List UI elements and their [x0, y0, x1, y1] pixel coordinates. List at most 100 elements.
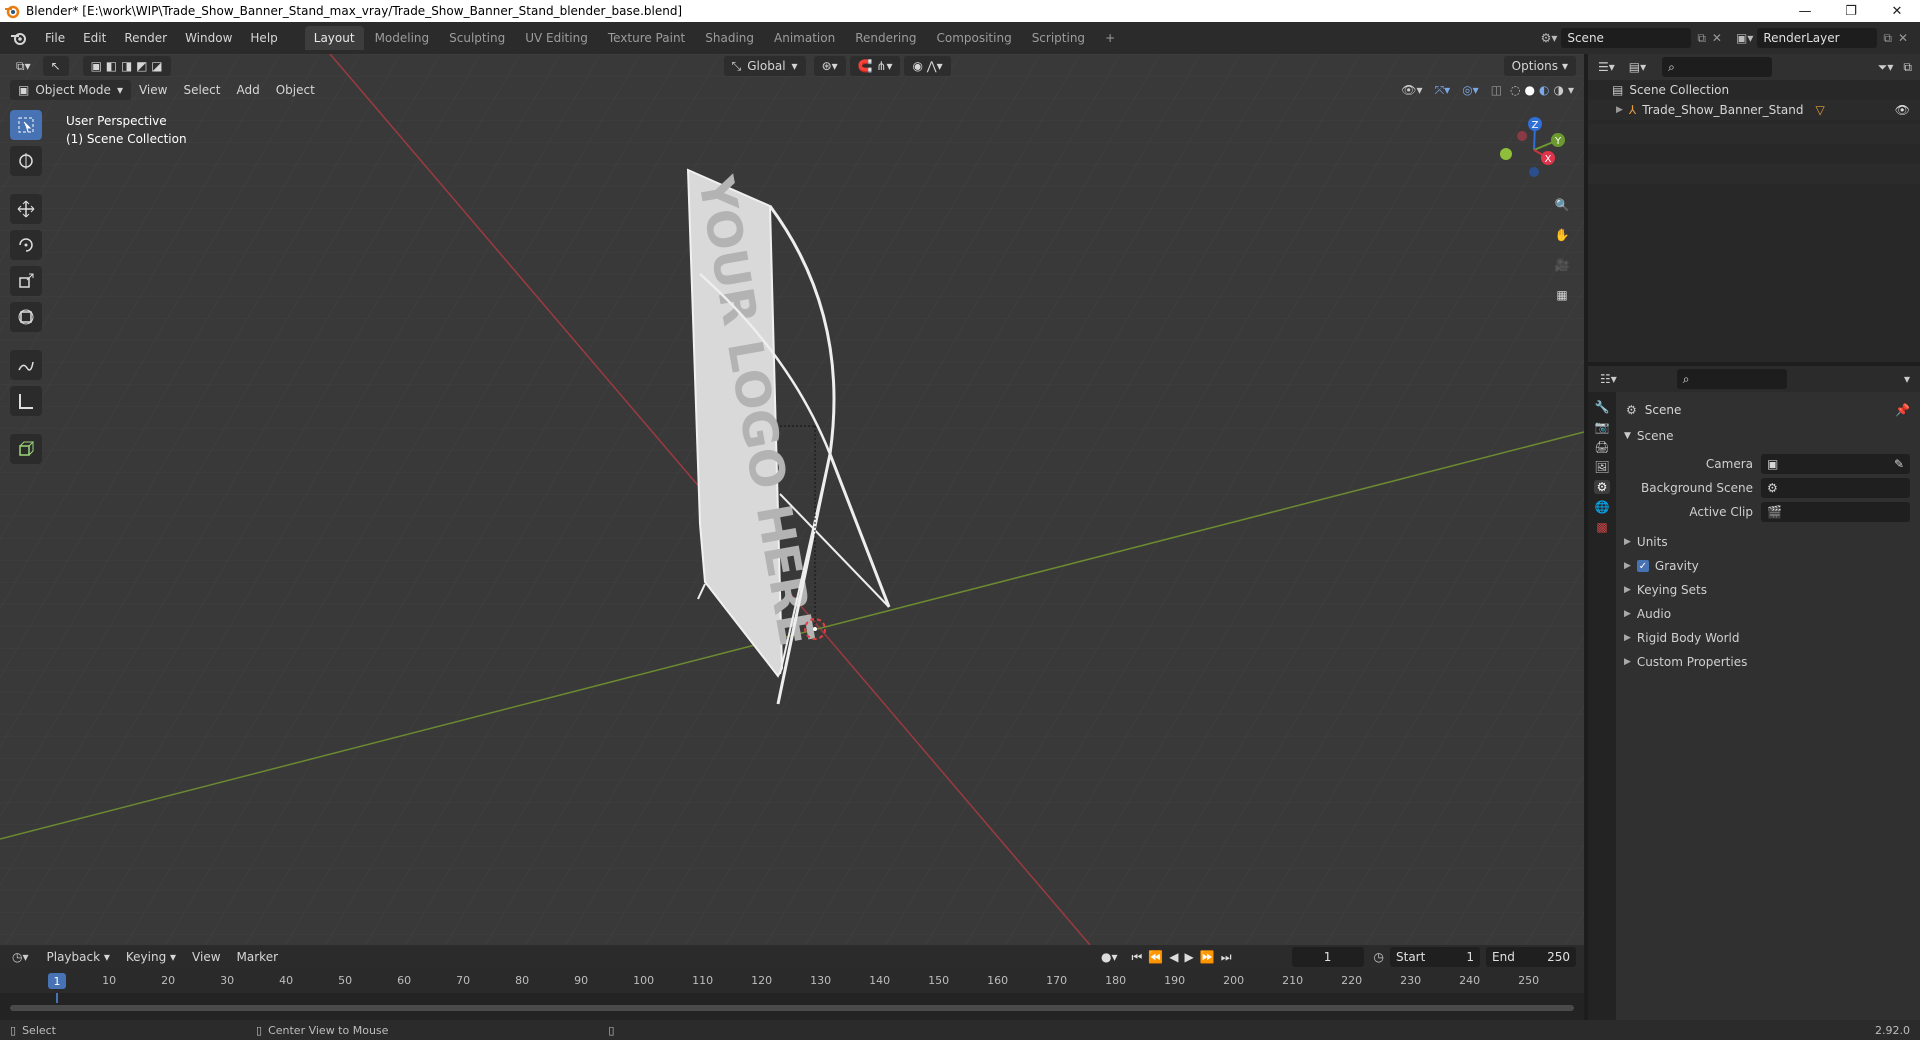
render-layer-selector[interactable]: RenderLayer [1757, 28, 1878, 48]
selection-mode-group[interactable]: ▣ ◧ ◨ ◩ ◪ [82, 56, 171, 76]
pivot-point-dropdown[interactable]: ⊛▾ [813, 56, 846, 76]
tab-scripting[interactable]: Scripting [1023, 26, 1094, 50]
rendered-shading-icon[interactable]: ◑ [1553, 83, 1563, 97]
gizmo-neg-z-icon[interactable] [1529, 167, 1539, 177]
texture-tab-icon[interactable]: ▩ [1596, 520, 1607, 534]
display-mode-icon[interactable]: ▤▾ [1629, 60, 1646, 74]
camera-field[interactable]: ▣ ✎ [1761, 454, 1910, 474]
tab-animation[interactable]: Animation [765, 26, 844, 50]
restore-button[interactable]: ❐ [1828, 4, 1874, 19]
delete-layer-icon[interactable]: ✕ [1898, 31, 1908, 45]
options-dropdown[interactable]: Options ▾ [1503, 56, 1577, 76]
timeline-menu-marker[interactable]: Marker [229, 950, 286, 964]
scene-panel-header[interactable]: ▼ Scene [1616, 424, 1920, 448]
transform-orientation-dropdown[interactable]: ⤡ Global ▾ [723, 56, 806, 76]
pin-icon[interactable]: 📌 [1895, 403, 1910, 417]
view-layer-tab-icon[interactable]: 🖼 [1594, 460, 1609, 474]
keying-sets-panel-header[interactable]: ▶ Keying Sets [1616, 578, 1920, 602]
timeline-menu-view[interactable]: View [184, 950, 228, 964]
render-layer-icon[interactable]: ▣▾ [1736, 31, 1753, 45]
select-box-tool[interactable] [10, 110, 42, 140]
jump-start-icon[interactable]: ⏮ [1132, 950, 1143, 965]
blender-menu-icon[interactable] [10, 30, 28, 46]
units-panel-header[interactable]: ▶ Units [1616, 530, 1920, 554]
scene-selector[interactable]: Scene [1561, 28, 1692, 48]
timeline-editor-icon[interactable]: ◷▾ [12, 950, 29, 964]
eyedropper-icon[interactable]: ✎ [1894, 457, 1904, 471]
play-icon[interactable]: ▶ [1185, 950, 1194, 964]
end-frame-field[interactable]: End 250 [1486, 947, 1576, 967]
gizmo-toggle-icon[interactable]: ⤧▾ [1435, 83, 1451, 98]
visibility-eye-icon[interactable]: 👁 [1895, 103, 1910, 117]
render-tab-icon[interactable]: 📷 [1595, 420, 1610, 434]
move-tool[interactable] [10, 194, 42, 224]
active-clip-field[interactable]: 🎬 [1761, 502, 1910, 522]
clock-icon[interactable]: ◷ [1374, 950, 1384, 964]
gizmo-neg-y-icon[interactable] [1500, 148, 1512, 160]
play-reverse-icon[interactable]: ◀ [1169, 950, 1178, 964]
start-frame-field[interactable]: Start 1 [1390, 947, 1480, 967]
tool-tab-icon[interactable]: 🔧 [1595, 400, 1610, 414]
timeline-menu-playback[interactable]: Playback ▾ [39, 950, 118, 964]
viewport-menu-select[interactable]: Select [175, 83, 228, 97]
menu-edit[interactable]: Edit [74, 31, 115, 45]
shading-options-icon[interactable]: ▾ [1568, 83, 1574, 97]
tab-rendering[interactable]: Rendering [846, 26, 925, 50]
rigid-body-world-panel-header[interactable]: ▶ Rigid Body World [1616, 626, 1920, 650]
menu-help[interactable]: Help [241, 31, 286, 45]
options-chevron-icon[interactable]: ▾ [1904, 372, 1910, 386]
output-tab-icon[interactable]: 🖨 [1594, 440, 1609, 454]
cursor-tool[interactable] [10, 146, 42, 176]
timeline-menu-keying[interactable]: Keying ▾ [118, 950, 184, 964]
editor-type-icon[interactable]: ⧉▾ [8, 56, 39, 76]
viewport-menu-object[interactable]: Object [268, 83, 323, 97]
menu-render[interactable]: Render [115, 31, 176, 45]
mode-dropdown[interactable]: ▣ Object Mode ▾ [10, 80, 131, 100]
snap-toggle[interactable]: 🧲 ⋔▾ [849, 56, 901, 76]
timeline-scrollbar[interactable] [10, 1005, 1574, 1011]
tab-texture-paint[interactable]: Texture Paint [599, 26, 694, 50]
new-collection-icon[interactable]: ⧉ [1903, 60, 1912, 75]
scene-icon[interactable]: ⚙▾ [1541, 31, 1558, 45]
scene-tab-icon[interactable]: ⚙ [1593, 480, 1611, 494]
next-keyframe-icon[interactable]: ⏩ [1200, 950, 1215, 964]
navigation-gizmo[interactable]: Z Y X [1492, 110, 1572, 190]
minimize-button[interactable]: — [1782, 4, 1828, 19]
outliner-editor-icon[interactable]: ☰▾ [1598, 60, 1615, 74]
zoom-icon[interactable]: 🔍 [1549, 192, 1575, 218]
transform-tool[interactable] [10, 302, 42, 332]
menu-window[interactable]: Window [176, 31, 241, 45]
rotate-tool[interactable] [10, 230, 42, 260]
background-scene-field[interactable]: ⚙ [1761, 478, 1910, 498]
overlay-toggle-icon[interactable]: ◎▾ [1462, 83, 1479, 97]
add-cube-tool[interactable] [10, 434, 42, 464]
tab-compositing[interactable]: Compositing [927, 26, 1020, 50]
viewport-menu-view[interactable]: View [131, 83, 175, 97]
playhead[interactable]: 1 [48, 973, 66, 989]
material-shading-icon[interactable]: ◐ [1539, 83, 1549, 97]
outliner-search-input[interactable]: ⌕ [1662, 57, 1773, 77]
properties-editor-icon[interactable]: ☷▾ [1600, 372, 1617, 386]
visibility-icon[interactable]: 👁▾ [1401, 83, 1422, 97]
annotate-tool[interactable] [10, 350, 42, 380]
modifier-icon[interactable]: ▽ [1816, 103, 1825, 117]
gravity-checkbox[interactable]: ✓ [1636, 560, 1649, 572]
timeline-track[interactable] [0, 993, 1584, 1020]
new-scene-icon[interactable]: ⧉ [1697, 31, 1706, 46]
camera-view-icon[interactable]: 🎥 [1549, 252, 1575, 278]
solid-shading-icon[interactable]: ● [1525, 83, 1535, 97]
outliner-item-row[interactable]: ▶ ⅄ Trade_Show_Banner_Stand ▽ 👁 [1588, 100, 1920, 120]
delete-scene-icon[interactable]: ✕ [1712, 31, 1722, 45]
prev-keyframe-icon[interactable]: ⏪ [1148, 950, 1163, 964]
new-layer-icon[interactable]: ⧉ [1883, 31, 1892, 46]
record-keyframe-icon[interactable]: ●▾ [1101, 950, 1118, 964]
current-frame-field[interactable]: 1 [1291, 947, 1364, 967]
proportional-edit-toggle[interactable]: ◉ ⋀▾ [904, 56, 951, 76]
tab-sculpting[interactable]: Sculpting [440, 26, 514, 50]
tab-shading[interactable]: Shading [696, 26, 763, 50]
timeline-ruler[interactable]: 1102030405060708090100110120130140150160… [0, 969, 1584, 993]
audio-panel-header[interactable]: ▶ Audio [1616, 602, 1920, 626]
expand-arrow-icon[interactable]: ▶ [1616, 105, 1623, 115]
scale-tool[interactable] [10, 266, 42, 296]
measure-tool[interactable] [10, 386, 42, 416]
